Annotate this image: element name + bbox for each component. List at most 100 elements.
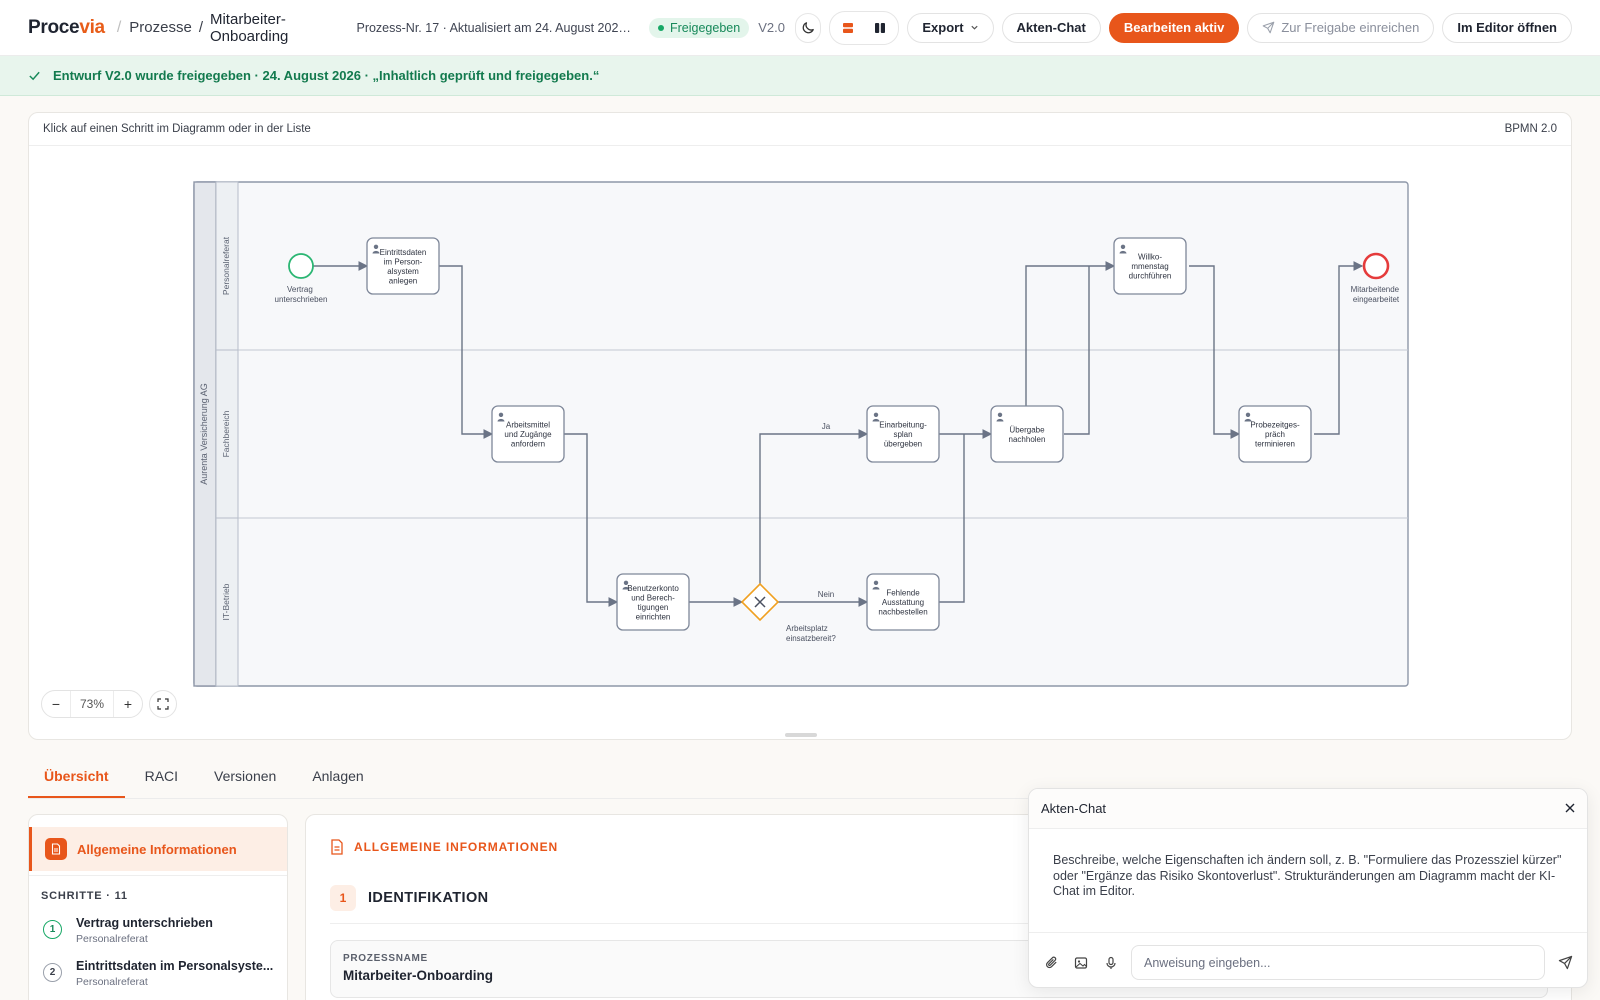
step-text: Vertrag unterschrieben Personalreferat (76, 916, 213, 945)
microphone-icon (1106, 956, 1116, 969)
task-einarbeitungsplan[interactable]: Einarbeitung-splan übergeben (866, 405, 940, 463)
layout-stacked-icon (843, 22, 854, 33)
zoom-in-button[interactable]: + (114, 691, 142, 717)
task-uebergabe[interactable]: Übergabe nachholen (990, 405, 1064, 463)
diagram-card: Klick auf einen Schritt im Diagramm oder… (28, 112, 1572, 740)
breadcrumb-parent[interactable]: Prozesse (129, 19, 192, 36)
task-label-line: Eintrittsdaten (380, 248, 427, 257)
send-icon (1558, 955, 1572, 970)
end-event-label-line: eingearbeitet (1353, 295, 1400, 304)
step-list: Allgemeine Informationen SCHRITTE · 11 1… (28, 814, 288, 1000)
edit-active-button[interactable]: Bearbeiten aktiv (1108, 12, 1240, 43)
zoom-out-button[interactable]: − (42, 691, 70, 717)
list-item[interactable]: 1 Vertrag unterschrieben Personalreferat (29, 908, 287, 951)
task-label-line: Ausstattung (882, 598, 924, 607)
tab-uebersicht[interactable]: Übersicht (28, 755, 125, 798)
task-label-line: terminieren (1255, 440, 1295, 449)
gateway-label-line: Arbeitsplatz (786, 624, 828, 633)
task-probezeitgespraech[interactable]: Probezeitges-präch terminieren (1238, 405, 1312, 463)
logo-accent: via (79, 16, 105, 38)
version-label: V2.0 (758, 20, 785, 35)
flow-label-no: Nein (818, 590, 834, 599)
close-button[interactable] (1565, 801, 1575, 816)
task-label-line: Benutzerkonto (627, 584, 679, 593)
zoom-controls: − 73% + (41, 690, 177, 718)
step-lane: Personalreferat (76, 933, 148, 945)
dark-mode-button[interactable] (794, 12, 822, 43)
list-item-general-info-label: Allgemeine Informationen (77, 841, 237, 857)
akten-chat-button[interactable]: Akten-Chat (1001, 12, 1101, 43)
tab-raci[interactable]: RACI (129, 755, 194, 798)
steps-heading: SCHRITTE · 11 (29, 875, 287, 908)
start-event-label-line: Vertrag (287, 285, 313, 294)
step-title: Vertrag unterschrieben (76, 916, 213, 930)
attach-button[interactable] (1041, 953, 1061, 973)
fullscreen-button[interactable] (149, 690, 177, 718)
layout-toggle (829, 10, 900, 45)
export-label: Export (922, 20, 964, 35)
breadcrumb-separator: / (198, 19, 203, 36)
pool-label: Aurenta Versicherung AG (199, 383, 209, 485)
tab-versionen[interactable]: Versionen (198, 755, 292, 798)
chat-input[interactable] (1131, 945, 1545, 980)
subsection-title: 1 IDENTIFIKATION (330, 885, 489, 911)
start-event[interactable] (288, 253, 314, 279)
layout-split-button[interactable] (865, 15, 895, 41)
layout-stacked-button[interactable] (833, 15, 863, 41)
layout-split-icon (875, 22, 886, 33)
end-event-label-line: Mitarbeitende (1351, 285, 1400, 294)
step-number: 1 (43, 920, 62, 939)
bpmn-diagram[interactable]: Aurenta Versicherung AG Personalreferat … (29, 147, 1572, 707)
task-label-line: nachholen (1009, 435, 1046, 444)
microphone-button[interactable] (1101, 953, 1121, 973)
task-label-line: durchführen (1129, 272, 1172, 281)
end-event-label: Mitarbeitende eingearbeitet (1351, 285, 1402, 304)
close-icon (1565, 803, 1575, 813)
gateway-label: Arbeitsplatz einsatzbereit? (786, 624, 836, 643)
list-item-general-info[interactable]: Allgemeine Informationen (29, 827, 287, 871)
gateway-label-line: einsatzbereit? (786, 634, 836, 643)
lane-label-it: IT-Betrieb (221, 583, 231, 620)
end-event[interactable] (1362, 252, 1390, 280)
app-logo[interactable]: Procevia (28, 17, 105, 39)
document-icon (331, 839, 343, 855)
document-icon (45, 838, 67, 860)
task-label-line: alsystem (387, 267, 419, 276)
task-label-line: und Berech- (631, 593, 675, 602)
diagram-header: Klick auf einen Schritt im Diagramm oder… (29, 113, 1571, 146)
step-title: Eintrittsdaten im Personalsyste... (76, 959, 274, 973)
status-badge-label: Freigegeben (669, 20, 741, 35)
resize-handle[interactable] (785, 733, 817, 737)
open-editor-button[interactable]: Im Editor öffnen (1442, 12, 1573, 43)
chat-message: Beschreibe, welche Eigenschaften ich änd… (1029, 829, 1587, 933)
send-button[interactable] (1555, 953, 1575, 973)
zoom-box: − 73% + (41, 690, 143, 718)
banner-text: Entwurf V2.0 wurde freigegeben · 24. Aug… (53, 68, 600, 83)
image-button[interactable] (1071, 953, 1091, 973)
check-icon (29, 71, 40, 81)
step-number: 2 (43, 963, 62, 982)
logo-divider: / (116, 18, 122, 36)
task-label-line: nachbestellen (878, 608, 927, 617)
start-event-label-line: unterschrieben (275, 295, 328, 304)
task-willkommenstag[interactable]: Willko-mmenstag durchführen (1113, 237, 1187, 295)
task-arbeitsmittel[interactable]: Arbeitsmittel und Zugänge anfordern (491, 405, 565, 463)
task-fehlende-ausstattung[interactable]: Fehlende Ausstattung nachbestellen (866, 573, 940, 631)
task-label-line: Fehlende (886, 589, 920, 598)
list-item[interactable]: 2 Eintrittsdaten im Personalsyste... Per… (29, 951, 287, 994)
task-label-line: präch (1265, 430, 1285, 439)
task-label-line: Übergabe (1009, 425, 1045, 434)
zoom-level: 73% (70, 691, 114, 717)
step-text: Eintrittsdaten im Personalsyste... Perso… (76, 959, 273, 988)
send-icon (1263, 21, 1275, 34)
step-lane: Personalreferat (76, 976, 148, 988)
task-label: Übergabe nachholen (1009, 425, 1046, 444)
task-label-line: Einarbeitung- (879, 421, 927, 430)
subsection-number: 1 (330, 885, 356, 911)
export-button[interactable]: Export (907, 12, 994, 43)
task-benutzerkonto[interactable]: Benutzerkonto und Berech-tigungen einricht… (616, 573, 690, 631)
submit-approval-button[interactable]: Zur Freigabe einreichen (1247, 12, 1435, 43)
task-eintrittsdaten[interactable]: Eintrittsdaten im Person-alsystem anlegen (366, 237, 440, 295)
tab-anlagen[interactable]: Anlagen (296, 755, 379, 798)
chat-composer (1029, 933, 1587, 987)
